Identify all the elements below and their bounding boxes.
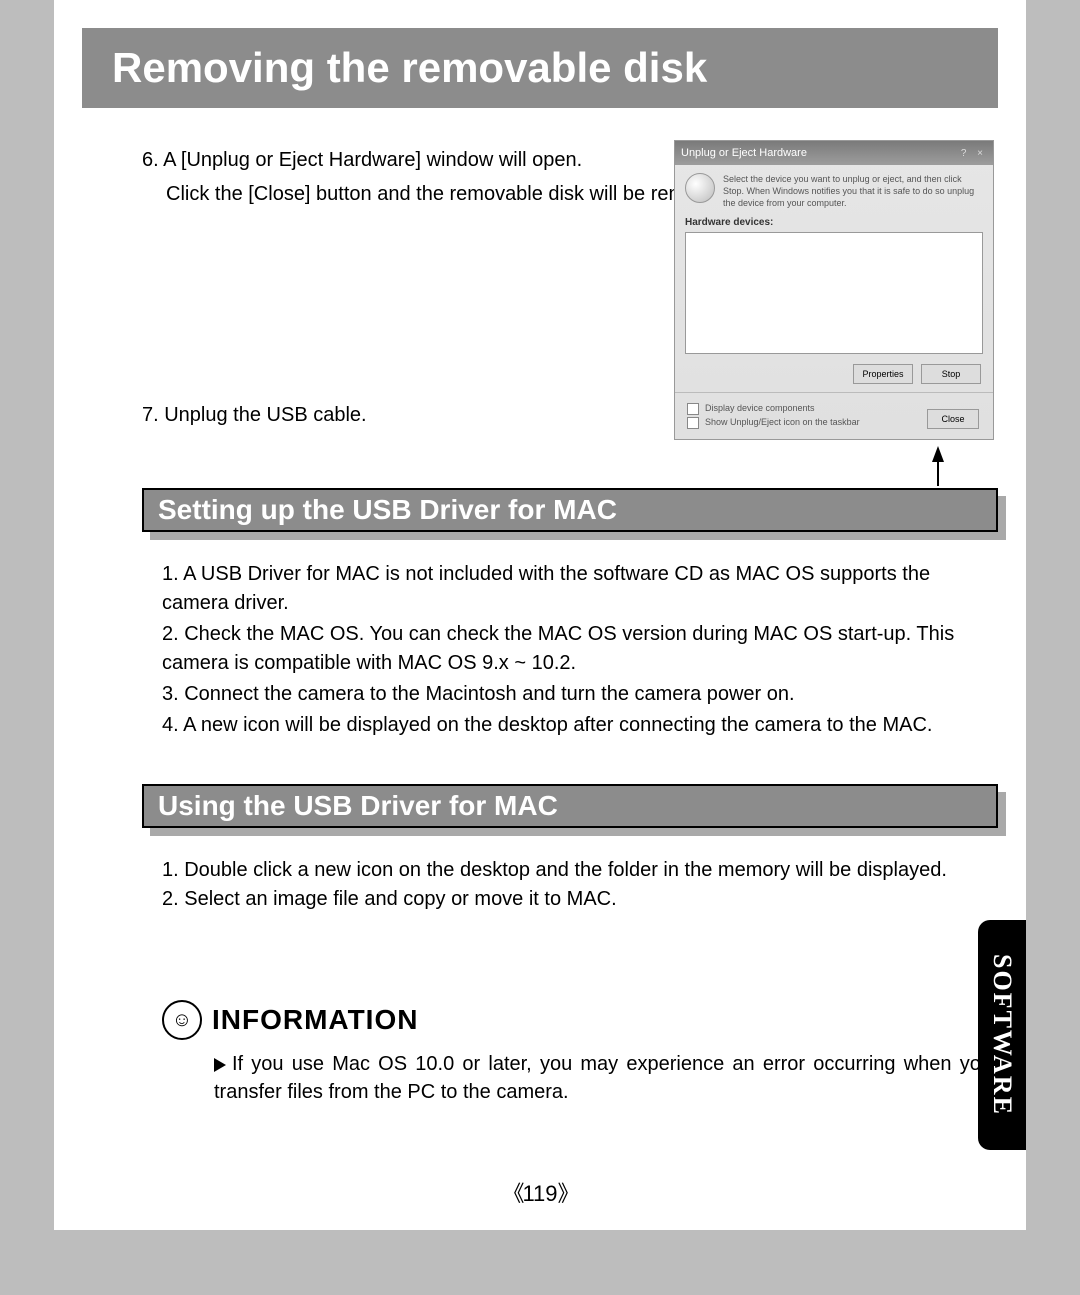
info-icon: ☺ [162,1000,202,1040]
manual-page: Removing the removable disk 6. A [Unplug… [54,0,1026,1230]
section-title: Setting up the USB Driver for MAC [158,494,617,526]
dialog-options: Display device components Show Unplug/Ej… [675,392,993,437]
dialog-hint: Select the device you want to unplug or … [675,165,993,217]
list-item: 2. Check the MAC OS. You can check the M… [162,620,982,678]
device-listbox [685,232,983,354]
list-item: 3. Connect the camera to the Macintosh a… [162,680,982,709]
properties-button: Properties [853,364,913,384]
section-setup-mac-body: 1. A USB Driver for MAC is not included … [162,560,982,742]
section-using-mac-body: 1. Double click a new icon on the deskto… [162,856,982,914]
dialog-list-label: Hardware devices: [675,217,993,232]
window-control-icons: ? × [961,148,987,159]
section-heading-setup-mac: Setting up the USB Driver for MAC [142,488,998,532]
dialog-title: Unplug or Eject Hardware [681,147,807,159]
section-title: Using the USB Driver for MAC [158,790,558,822]
information-body: If you use Mac OS 10.0 or later, you may… [162,1050,992,1106]
dialog-button-row: Properties Stop [675,354,993,384]
arrow-up-icon [932,446,944,462]
step-7: 7. Unplug the USB cable. [142,404,367,427]
list-item: 4. A new icon will be displayed on the d… [162,711,982,740]
dialog-titlebar: Unplug or Eject Hardware ? × [675,141,993,165]
list-item: 2. Select an image file and copy or move… [162,885,982,914]
information-title: INFORMATION [212,1004,418,1036]
page-title: Removing the removable disk [82,44,707,92]
section-heading-using-mac: Using the USB Driver for MAC [142,784,998,828]
list-item: 1. Double click a new icon on the deskto… [162,856,982,885]
triangle-bullet-icon [214,1058,226,1072]
dialog-hint-text: Select the device you want to unplug or … [723,173,983,209]
list-item: 1. A USB Driver for MAC is not included … [162,560,982,618]
eject-icon [685,173,715,203]
stop-button: Stop [921,364,981,384]
close-button: Close [927,409,979,429]
information-text: If you use Mac OS 10.0 or later, you may… [214,1053,992,1103]
page-number: 《119》 [54,1176,1026,1208]
page-title-bar: Removing the removable disk [82,28,998,108]
chapter-tab-label: SOFTWARE [987,954,1017,1116]
eject-hardware-window: Unplug or Eject Hardware ? × Select the … [674,140,994,440]
dialog-screenshot: Unplug or Eject Hardware ? × Select the … [674,140,994,513]
information-block: ☺ INFORMATION If you use Mac OS 10.0 or … [162,1000,992,1106]
chapter-tab: SOFTWARE [978,920,1026,1150]
